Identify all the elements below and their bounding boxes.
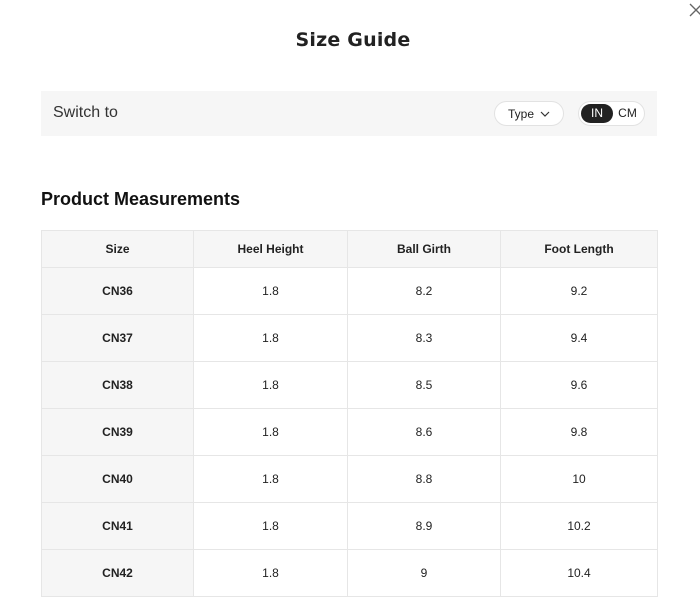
chevron-down-icon	[540, 111, 550, 117]
heel-height-cell: 1.8	[193, 408, 348, 456]
table-row: CN40 1.8 8.8 10	[41, 455, 658, 503]
ball-girth-cell: 9	[347, 549, 501, 597]
foot-length-cell: 9.8	[500, 408, 658, 456]
column-header-ball-girth: Ball Girth	[347, 230, 501, 268]
section-title: Product Measurements	[41, 189, 241, 209]
type-dropdown-button[interactable]: Type	[494, 101, 564, 126]
heel-height-cell: 1.8	[193, 314, 348, 362]
size-cell: CN37	[41, 314, 194, 362]
unit-option-in[interactable]: IN	[581, 104, 613, 123]
switch-to-label: Switch to	[53, 104, 118, 121]
size-cell: CN42	[41, 549, 194, 597]
foot-length-cell: 10.2	[500, 502, 658, 550]
unit-switch-bar: Switch to Type IN CM	[41, 91, 657, 136]
foot-length-cell: 9.6	[500, 361, 658, 409]
ball-girth-cell: 8.5	[347, 361, 501, 409]
measurements-table: Size Heel Height Ball Girth Foot Length …	[41, 230, 658, 597]
size-guide-modal: Size Guide Switch to Type IN CM Product …	[0, 0, 700, 609]
column-header-heel-height: Heel Height	[193, 230, 348, 268]
table-row: CN38 1.8 8.5 9.6	[41, 361, 658, 409]
ball-girth-cell: 8.8	[347, 455, 501, 503]
modal-title: Size Guide	[295, 29, 411, 51]
ball-girth-cell: 8.2	[347, 267, 501, 315]
close-icon[interactable]	[689, 3, 700, 17]
table-header-row: Size Heel Height Ball Girth Foot Length	[41, 230, 658, 268]
unit-toggle: IN CM	[578, 101, 645, 126]
ball-girth-cell: 8.6	[347, 408, 501, 456]
size-cell: CN41	[41, 502, 194, 550]
heel-height-cell: 1.8	[193, 502, 348, 550]
table-row: CN41 1.8 8.9 10.2	[41, 502, 658, 550]
type-button-label: Type	[507, 106, 534, 121]
foot-length-cell: 10.4	[500, 549, 658, 597]
table-row: CN42 1.8 9 10.4	[41, 549, 658, 597]
table-row: CN36 1.8 8.2 9.2	[41, 267, 658, 315]
heel-height-cell: 1.8	[193, 267, 348, 315]
size-cell: CN36	[41, 267, 194, 315]
table-row: CN37 1.8 8.3 9.4	[41, 314, 658, 362]
table-row: CN39 1.8 8.6 9.8	[41, 408, 658, 456]
foot-length-cell: 10	[500, 455, 658, 503]
size-cell: CN39	[41, 408, 194, 456]
ball-girth-cell: 8.9	[347, 502, 501, 550]
column-header-size: Size	[41, 230, 194, 268]
heel-height-cell: 1.8	[193, 361, 348, 409]
foot-length-cell: 9.4	[500, 314, 658, 362]
heel-height-cell: 1.8	[193, 549, 348, 597]
unit-option-cm[interactable]: CM	[613, 104, 642, 123]
ball-girth-cell: 8.3	[347, 314, 501, 362]
size-cell: CN38	[41, 361, 194, 409]
foot-length-cell: 9.2	[500, 267, 658, 315]
column-header-foot-length: Foot Length	[500, 230, 658, 268]
size-cell: CN40	[41, 455, 194, 503]
heel-height-cell: 1.8	[193, 455, 348, 503]
